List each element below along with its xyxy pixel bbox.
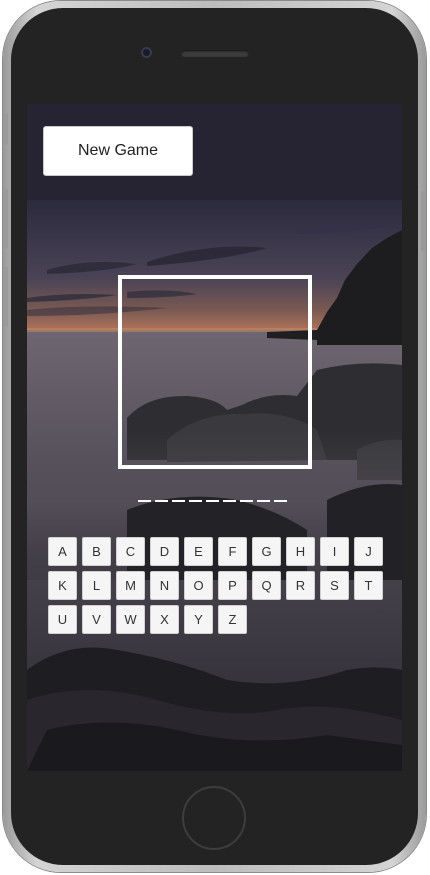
- keyboard-row: ABCDEFGHIJ: [48, 537, 383, 566]
- letter-slot: [240, 500, 253, 502]
- letter-key-e[interactable]: E: [184, 537, 213, 566]
- letter-key-p[interactable]: P: [218, 571, 247, 600]
- letter-key-r[interactable]: R: [286, 571, 315, 600]
- new-game-button[interactable]: New Game: [43, 126, 193, 176]
- letter-key-m[interactable]: M: [116, 571, 145, 600]
- letter-key-j[interactable]: J: [354, 537, 383, 566]
- power-button: [421, 191, 426, 251]
- letter-key-k[interactable]: K: [48, 571, 77, 600]
- letter-key-x[interactable]: X: [150, 605, 179, 634]
- letter-slot: [172, 500, 185, 502]
- letter-key-d[interactable]: D: [150, 537, 179, 566]
- volume-up-button: [3, 189, 8, 249]
- letter-key-i[interactable]: I: [320, 537, 349, 566]
- letter-key-v[interactable]: V: [82, 605, 111, 634]
- earpiece-speaker: [181, 50, 249, 57]
- letter-key-l[interactable]: L: [82, 571, 111, 600]
- letter-key-y[interactable]: Y: [184, 605, 213, 634]
- letter-key-h[interactable]: H: [286, 537, 315, 566]
- word-slots: [138, 498, 294, 504]
- letter-slot: [189, 500, 202, 502]
- letter-key-c[interactable]: C: [116, 537, 145, 566]
- front-camera: [141, 47, 152, 58]
- letter-key-o[interactable]: O: [184, 571, 213, 600]
- letter-slot: [257, 500, 270, 502]
- letter-slot: [223, 500, 236, 502]
- letter-slot: [155, 500, 168, 502]
- mute-switch: [3, 113, 8, 145]
- letter-key-b[interactable]: B: [82, 537, 111, 566]
- letter-key-t[interactable]: T: [354, 571, 383, 600]
- home-button: [182, 786, 246, 850]
- letter-key-q[interactable]: Q: [252, 571, 281, 600]
- letter-slot: [206, 500, 219, 502]
- puzzle-image-frame: [118, 275, 312, 469]
- keyboard-row: KLMNOPQRST: [48, 571, 383, 600]
- letter-key-f[interactable]: F: [218, 537, 247, 566]
- volume-down-button: [3, 267, 8, 327]
- letter-key-s[interactable]: S: [320, 571, 349, 600]
- letter-key-z[interactable]: Z: [218, 605, 247, 634]
- letter-key-u[interactable]: U: [48, 605, 77, 634]
- letter-key-w[interactable]: W: [116, 605, 145, 634]
- keyboard-row: UVWXYZ: [48, 605, 383, 634]
- letter-keyboard: ABCDEFGHIJ KLMNOPQRST UVWXYZ: [48, 537, 383, 639]
- letter-slot: [274, 500, 287, 502]
- letter-key-a[interactable]: A: [48, 537, 77, 566]
- letter-slot: [138, 500, 151, 502]
- game-screen: New Game ABCDEFGHIJ KLMNOPQRST UVWXYZ: [27, 104, 402, 771]
- letter-key-n[interactable]: N: [150, 571, 179, 600]
- letter-key-g[interactable]: G: [252, 537, 281, 566]
